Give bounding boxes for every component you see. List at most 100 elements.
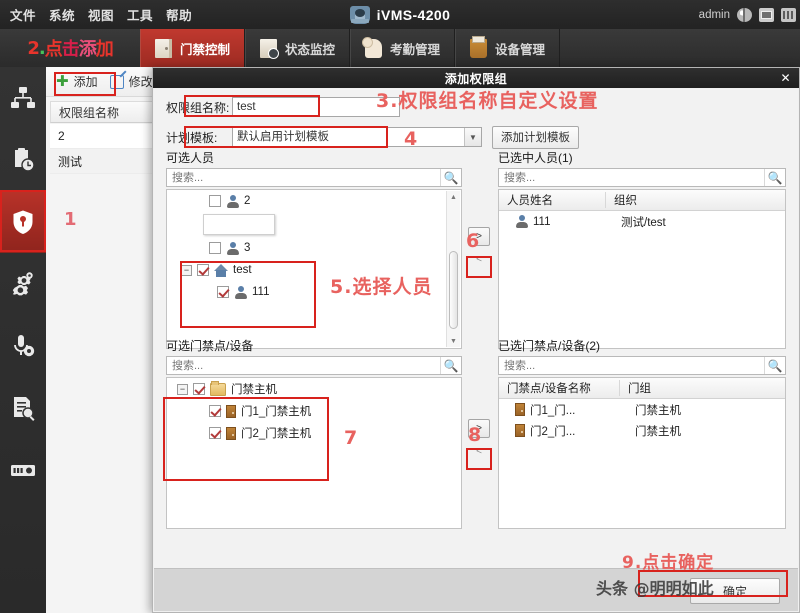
org-chart-icon <box>10 85 36 111</box>
chevron-down-icon[interactable]: ▼ <box>464 128 481 146</box>
status-monitor-icon <box>260 38 280 59</box>
table-row[interactable]: 门1_门... 门禁主机 <box>499 399 785 420</box>
annotation-2-char-5: 加 <box>95 39 114 60</box>
selected-persons-table-header: 人员姓名 组织 <box>499 190 785 211</box>
tab-device-manage[interactable]: 设备管理 <box>455 29 561 67</box>
move-door-right-button[interactable]: > <box>468 419 490 438</box>
table-row[interactable]: 111 测试/test <box>499 211 785 232</box>
menu-file[interactable]: 文件 <box>10 5 36 24</box>
door-icon <box>226 426 236 440</box>
move-door-left-button[interactable]: < <box>469 444 489 459</box>
move-person-left-button[interactable]: < <box>469 252 489 267</box>
tree-item-person-111[interactable]: 111 <box>167 281 461 303</box>
add-schedule-template-button[interactable]: 添加计划模板 <box>492 125 579 149</box>
menu-system[interactable]: 系统 <box>49 5 75 24</box>
move-person-right-button[interactable]: > <box>468 227 490 246</box>
available-persons-tree[interactable]: 2 3 − test 111 ▲ ▼ <box>166 189 462 349</box>
menu-view[interactable]: 视图 <box>88 5 114 24</box>
annotation-2-char-4: 添 <box>78 39 97 60</box>
search-input[interactable] <box>167 356 440 375</box>
grid-icon[interactable] <box>781 7 796 22</box>
collapse-icon[interactable]: − <box>177 383 188 395</box>
scrollbar-thumb[interactable] <box>449 251 458 329</box>
tree-item-person-2[interactable]: 2 <box>167 190 461 212</box>
checkbox[interactable] <box>209 195 221 207</box>
tab-attendance[interactable]: 考勤管理 <box>350 29 456 67</box>
sidebar-item-organization[interactable] <box>0 67 46 129</box>
selected-persons-table[interactable]: 人员姓名 组织 111 测试/test <box>498 189 786 349</box>
ok-button[interactable]: 确定 <box>690 578 780 604</box>
tree-item-label: 门1_门禁主机 <box>241 406 312 418</box>
selected-doors-table-header: 门禁点/设备名称 门组 <box>499 378 785 399</box>
search-icon[interactable]: 🔍 <box>440 169 461 186</box>
tab-door-control-label: 门禁控制 <box>180 42 231 57</box>
tab-status-monitor[interactable]: 状态监控 <box>245 29 351 67</box>
close-icon[interactable]: ✕ <box>780 71 791 85</box>
menu-help[interactable]: 帮助 <box>166 5 192 24</box>
microphone-icon <box>10 333 36 359</box>
person-icon <box>226 194 239 208</box>
search-icon[interactable]: 🔍 <box>440 357 461 374</box>
search-icon[interactable]: 🔍 <box>764 169 785 186</box>
checkbox[interactable] <box>193 383 205 395</box>
available-doors-tree[interactable]: − 门禁主机 门1_门禁主机 门2_门禁主机 <box>166 377 462 529</box>
tree-item-group-test[interactable]: − test <box>167 259 461 281</box>
sidebar-item-reader[interactable] <box>0 439 46 501</box>
vertical-scrollbar[interactable]: ▲ ▼ <box>446 191 460 347</box>
sidebar-item-permission[interactable] <box>0 191 46 253</box>
sidebar-item-settings[interactable] <box>0 253 46 315</box>
group-name-label: 权限组名称: <box>166 100 230 115</box>
column-door-group: 门组 <box>619 380 785 396</box>
annotation-2-char-0: 2 <box>27 37 39 59</box>
search-input[interactable] <box>167 168 440 187</box>
add-button[interactable]: ✚ 添加 <box>56 73 98 90</box>
scroll-up-icon[interactable]: ▲ <box>447 191 460 203</box>
search-input[interactable] <box>499 356 764 375</box>
table-row-label: 2 <box>58 129 65 143</box>
tree-item-person-3[interactable]: 3 <box>167 237 461 259</box>
selected-doors-table[interactable]: 门禁点/设备名称 门组 门1_门... 门禁主机 门2_门... 门禁主机 <box>498 377 786 529</box>
collapse-icon[interactable]: − <box>181 264 192 276</box>
picture-icon[interactable] <box>759 7 774 22</box>
checkbox[interactable] <box>209 405 221 417</box>
tree-item-blank[interactable] <box>203 214 275 235</box>
person-icon <box>234 285 247 299</box>
column-door-name: 门禁点/设备名称 <box>507 383 591 395</box>
schedule-template-value: 默认启用计划模板 <box>232 127 482 147</box>
checkbox[interactable] <box>209 427 221 439</box>
menu-tools[interactable]: 工具 <box>127 5 153 24</box>
globe-icon[interactable] <box>737 7 752 22</box>
selected-doors-search[interactable]: 🔍 <box>498 356 786 375</box>
dialog-title-bar: 添加权限组 ✕ <box>153 68 799 88</box>
group-name-input[interactable] <box>232 97 400 117</box>
available-doors-search[interactable]: 🔍 <box>166 356 462 375</box>
tab-status-monitor-label: 状态监控 <box>285 42 336 57</box>
edit-button[interactable]: 修改 <box>109 73 153 90</box>
checkbox[interactable] <box>197 264 209 276</box>
checkbox[interactable] <box>217 286 229 298</box>
title-bar-right: admin <box>699 0 796 29</box>
sidebar-item-records[interactable] <box>0 377 46 439</box>
search-icon[interactable]: 🔍 <box>764 357 785 374</box>
door-control-icon <box>155 38 172 58</box>
permission-table-header-label: 权限组名称 <box>59 105 120 120</box>
schedule-template-select[interactable]: 默认启用计划模板 ▼ <box>232 127 482 147</box>
tree-item-door-1[interactable]: 门1_门禁主机 <box>167 400 461 422</box>
door-transfer-controls: > < <box>468 419 490 459</box>
table-row[interactable]: 门2_门... 门禁主机 <box>499 420 785 441</box>
sidebar-item-audio[interactable] <box>0 315 46 377</box>
column-person-name: 人员姓名 <box>507 195 553 207</box>
tree-item-door-2[interactable]: 门2_门禁主机 <box>167 422 461 444</box>
tree-item-label: 门2_门禁主机 <box>241 428 312 440</box>
gears-icon <box>10 271 36 297</box>
annotation-2-click-add: 2.点击添加 <box>0 29 140 67</box>
tab-door-control[interactable]: 门禁控制 <box>140 29 246 67</box>
dialog-body: 权限组名称: 计划模板: 默认启用计划模板 ▼ 添加计划模板 可选人员 🔍 <box>154 89 798 591</box>
selected-doors-title: 已选门禁点/设备(2) <box>498 339 601 353</box>
tree-item-door-host[interactable]: − 门禁主机 <box>167 378 461 400</box>
available-persons-search[interactable]: 🔍 <box>166 168 462 187</box>
checkbox[interactable] <box>209 242 221 254</box>
selected-persons-search[interactable]: 🔍 <box>498 168 786 187</box>
search-input[interactable] <box>499 168 764 187</box>
sidebar-item-schedule[interactable] <box>0 129 46 191</box>
